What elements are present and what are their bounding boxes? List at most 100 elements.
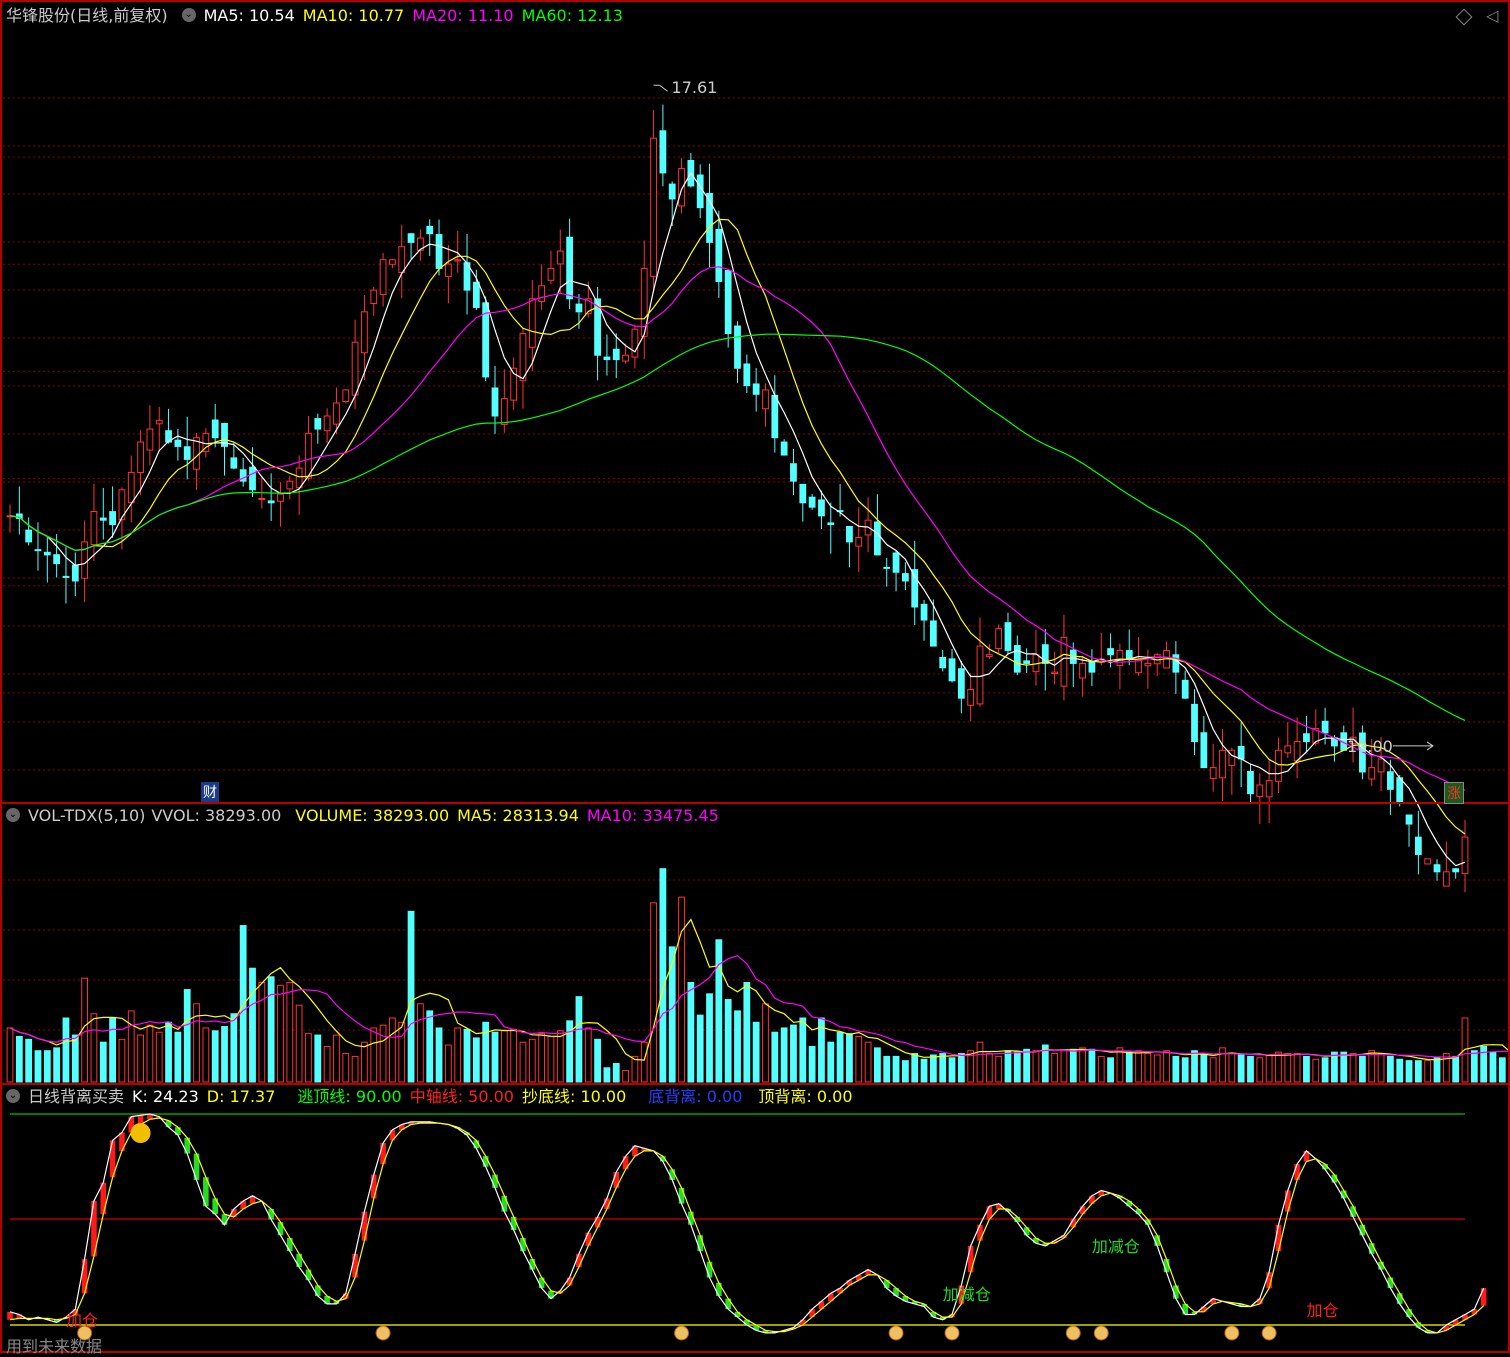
volume-bar [267,976,275,1083]
volume-bar [1116,1047,1124,1083]
candle-body [976,645,984,705]
candle-body [454,259,462,262]
top-divergence-value: 顶背离: 0.00 [758,1087,853,1106]
volume-bar [1107,1057,1114,1083]
volume-bar [1386,1055,1394,1083]
volume-bar [808,1045,816,1083]
volume-bar [1079,1047,1086,1083]
candle-body [846,525,853,543]
volume-bar [883,1055,891,1083]
volume-bar [1153,1054,1161,1083]
candle-body [855,537,863,547]
volume-panel[interactable] [6,868,1510,1083]
bottom-line-value: 抄底线: 10.00 [522,1087,627,1106]
top-face-icon [130,1123,151,1143]
low-marker-arrow [1393,741,1434,751]
candle-body [1200,732,1208,769]
limit-up-tag[interactable]: 涨 [1444,782,1464,804]
candle-body [659,130,667,174]
footer-note: 用到未来数据 [6,1337,103,1356]
candle-body [622,354,629,362]
candle-body [444,263,452,277]
volume-bar [221,1026,228,1083]
volume-bar [1470,1050,1478,1083]
candle-body [174,439,182,447]
candle-body [1191,703,1198,743]
candle-body [193,437,200,470]
volume-bar [724,999,732,1083]
volume-bar [1331,1051,1338,1083]
candle-body [892,552,900,573]
stock-title[interactable]: 华锋股份(日线,前复权) [6,6,168,25]
indicator-name[interactable]: 日线背离买卖 [28,1087,124,1106]
candle-body [277,493,284,502]
volume-bar [127,1010,135,1083]
candle-body [491,387,499,417]
candle-body [808,496,816,508]
candle-body [1265,780,1273,798]
bottom-divergence-value: 底背离: 0.00 [648,1087,743,1106]
volume-bar [1228,1053,1236,1083]
ma5-line [9,171,1466,867]
candle-body [1256,784,1264,798]
candle-body [1452,868,1460,873]
volume-bar [407,910,415,1083]
volume-bar [771,1031,779,1083]
volume-bar [1069,1048,1077,1083]
volume-bar [957,1053,965,1083]
vol-indicator-name[interactable]: VOL-TDX(5,10) [28,806,145,825]
finance-tag[interactable]: 财 [201,782,219,802]
chevron-down-icon[interactable]: ⌄ [181,7,196,22]
volume-bar [995,1055,1003,1083]
candle-body [127,471,135,504]
chevron-down-icon[interactable]: ⌄ [6,807,20,822]
candle-body [650,137,657,277]
volume-bar [1032,1050,1040,1083]
volume-bar [901,1060,909,1083]
volume-bar [1097,1055,1105,1083]
volume-bar [99,1041,107,1083]
buy-signal-icon [375,1325,391,1341]
candle-body [1023,660,1031,664]
volume-bar [1368,1050,1376,1083]
candle-body [1051,671,1059,674]
volume-bar [34,1050,42,1083]
outer-frame [0,0,1510,1353]
volume-bar [71,1034,79,1083]
collapse-icon[interactable]: ◁ [1486,4,1498,28]
candle-body [995,628,1003,649]
candle-body [1461,836,1469,875]
volume-bar [864,1041,872,1083]
candle-body [398,246,406,274]
volume-bar [361,1041,368,1083]
candle-body [407,233,415,243]
volume-bar [1424,1060,1432,1083]
hand-icon [1093,1325,1109,1341]
volume-bar [1303,1055,1310,1083]
low-price-label: 10.00 [1347,737,1393,756]
volume-bar [1163,1050,1170,1083]
volume-bar [1256,1057,1264,1083]
candle-body [43,551,51,556]
buy-signal-icon [1065,1325,1081,1341]
volume-bar [249,967,256,1083]
candle-body [631,328,639,358]
candle-body [1247,771,1254,795]
candle-body [333,402,340,425]
volume-bar [351,1055,359,1083]
ma5-value: MA5: 10.54 [203,6,295,25]
candle-body [146,428,154,451]
candle-body [137,441,144,473]
indicator-panel[interactable]: 加仓加减仓加减仓加仓 [7,1113,1510,1341]
chevron-down-icon[interactable]: ⌄ [6,1088,20,1103]
volume-bar [622,1070,629,1083]
volume-bar [165,1021,172,1083]
volume-bar [659,868,667,1083]
candle-body [948,658,956,682]
hand-icon [1065,1325,1081,1341]
volume-bar [1312,1058,1320,1083]
candle-body [389,259,396,265]
candle-body [286,480,294,490]
candle-body [1377,758,1385,773]
volume-bar [1293,1053,1301,1083]
